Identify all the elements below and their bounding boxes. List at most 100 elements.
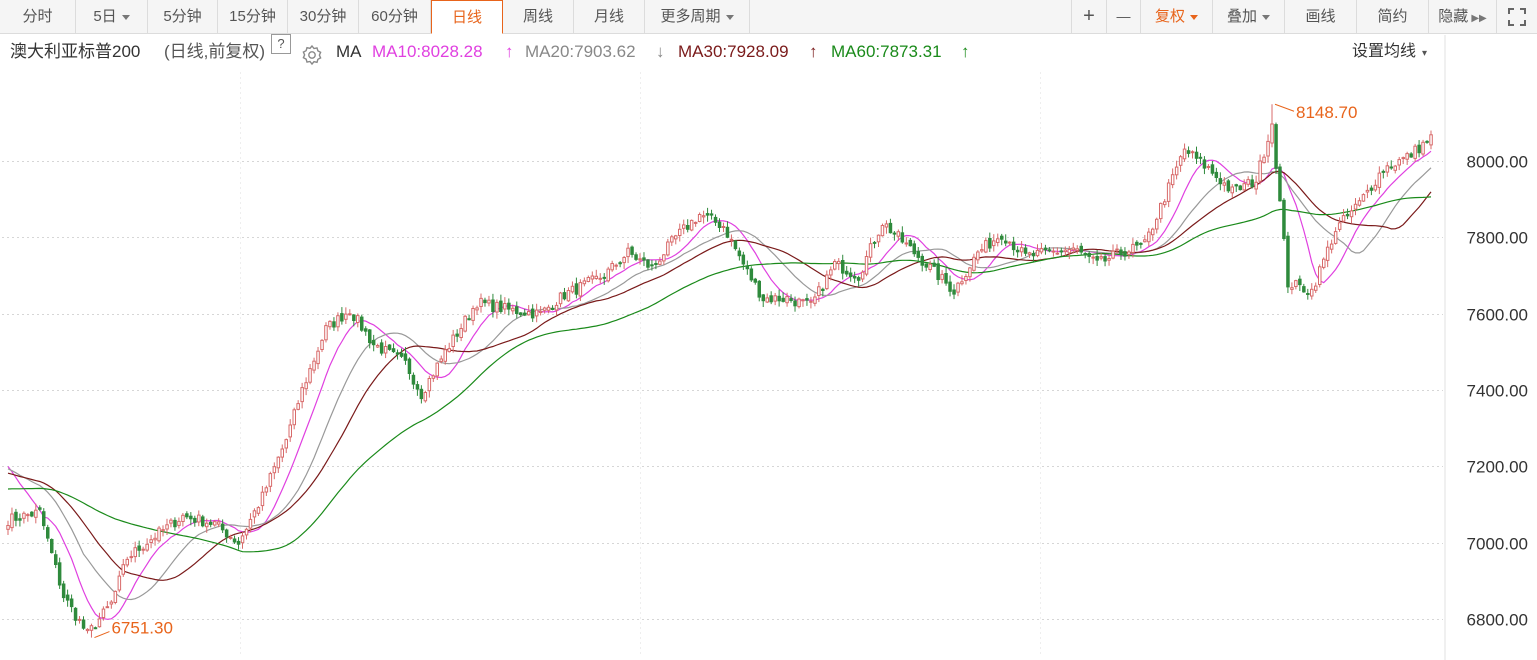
- candle-up: [133, 547, 137, 558]
- candle-down: [574, 283, 579, 295]
- candle-up: [674, 235, 678, 240]
- candle-down: [1000, 235, 1004, 240]
- candle-up: [216, 521, 221, 525]
- candle-down: [1015, 249, 1020, 253]
- candle-up: [813, 296, 817, 304]
- candle-down: [1278, 166, 1282, 202]
- candle-down: [57, 562, 62, 586]
- candle-down: [173, 519, 177, 528]
- candle-up: [606, 268, 610, 282]
- candle-down: [1298, 278, 1302, 286]
- candle-up: [125, 558, 129, 566]
- candle-up: [817, 286, 821, 296]
- candle-up: [1333, 231, 1338, 244]
- candle-up: [1206, 166, 1211, 168]
- candle-up: [884, 223, 889, 228]
- candle-up: [1266, 140, 1270, 157]
- candle-down: [455, 333, 459, 337]
- candle-down: [686, 225, 690, 230]
- candle-up: [324, 325, 328, 341]
- candle-up: [153, 537, 157, 541]
- candle-down: [654, 263, 658, 265]
- candle-up: [165, 524, 169, 530]
- min-pointer: [94, 631, 110, 639]
- candle-up: [622, 257, 626, 264]
- candlestick-chart[interactable]: 6800.00 7000.00 7200.00 7400.00 7600.00 7800.…: [0, 0, 1537, 660]
- candle-up: [1147, 231, 1151, 243]
- candle-up: [1170, 174, 1175, 186]
- candle-down: [1234, 184, 1238, 187]
- candle-down: [1023, 247, 1028, 254]
- candle-up: [1254, 181, 1258, 190]
- candle-up: [1190, 151, 1195, 154]
- candle-down: [1011, 241, 1016, 251]
- candle-up: [447, 348, 451, 353]
- candle-down: [1274, 124, 1278, 169]
- candle-down: [1198, 156, 1203, 159]
- candle-up: [1413, 145, 1417, 159]
- candle-up: [1163, 201, 1167, 206]
- ma30-line: [7, 170, 1432, 581]
- candle-up: [554, 304, 559, 311]
- candle-up: [1377, 172, 1382, 188]
- candle-down: [562, 292, 567, 300]
- candle-up: [829, 269, 833, 276]
- candle-down: [236, 540, 241, 545]
- candle-up: [280, 448, 284, 458]
- candle-up: [479, 297, 483, 307]
- candle-down: [892, 232, 897, 235]
- candle-down: [530, 308, 535, 319]
- candle-up: [729, 238, 734, 241]
- candle-down: [717, 221, 722, 229]
- candle-up: [964, 276, 968, 281]
- candle-down: [920, 255, 924, 266]
- candle-up: [240, 535, 245, 544]
- candle-up: [427, 378, 432, 392]
- candle-up: [256, 507, 261, 514]
- candle-up: [205, 522, 209, 528]
- candle-down: [399, 352, 404, 357]
- candle-down: [1139, 242, 1143, 245]
- candle-up: [801, 299, 805, 302]
- candle-down: [634, 254, 638, 260]
- candle-up: [10, 513, 14, 529]
- candle-down: [733, 240, 738, 250]
- y-tick-label: 7200.00: [1467, 458, 1528, 477]
- candle-up: [1325, 246, 1330, 261]
- candle-up: [77, 618, 82, 621]
- candle-up: [598, 277, 602, 280]
- candle-down: [30, 511, 34, 517]
- candle-down: [185, 513, 189, 518]
- candle-up: [328, 320, 332, 328]
- candle-up: [837, 260, 841, 265]
- candle-down: [1123, 251, 1127, 257]
- candle-up: [1361, 194, 1366, 202]
- candle-up: [304, 382, 308, 390]
- candle-up: [666, 241, 670, 256]
- candle-up: [1341, 215, 1346, 222]
- candle-down: [18, 518, 22, 521]
- candle-down: [924, 263, 928, 268]
- candle-down: [360, 316, 364, 331]
- candle-down: [352, 314, 356, 321]
- candle-down: [602, 276, 606, 279]
- candle-down: [1079, 245, 1083, 253]
- candle-up: [197, 514, 201, 523]
- candle-down: [499, 300, 503, 313]
- candle-up: [320, 339, 324, 350]
- candle-down: [709, 213, 714, 216]
- candle-up: [825, 274, 829, 290]
- candle-up: [435, 362, 439, 377]
- candle-up: [992, 240, 996, 247]
- candle-down: [936, 263, 940, 280]
- candle-down: [848, 272, 853, 277]
- candle-up: [121, 564, 125, 575]
- candle-up: [1294, 280, 1298, 288]
- candle-down: [368, 329, 372, 344]
- candle-up: [459, 328, 463, 338]
- candle-up: [161, 529, 165, 532]
- candle-up: [228, 536, 233, 539]
- candle-down: [379, 342, 384, 354]
- candle-down: [232, 538, 237, 543]
- candle-down: [1389, 166, 1393, 169]
